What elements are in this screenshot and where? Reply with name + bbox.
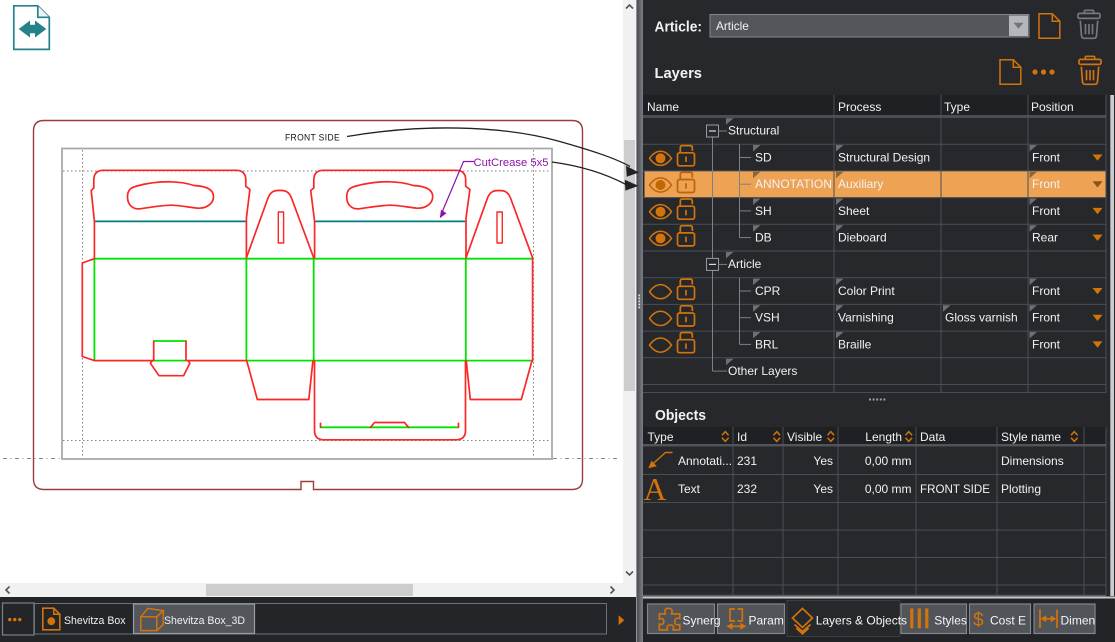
svg-text:CutCrease 5x5: CutCrease 5x5 — [474, 157, 549, 169]
svg-text:Auxiliary: Auxiliary — [838, 177, 883, 191]
svg-text:Shevitza Box: Shevitza Box — [64, 615, 126, 627]
svg-text:Objects: Objects — [655, 408, 706, 424]
svg-text:Rear: Rear — [1032, 231, 1058, 245]
svg-text:A: A — [644, 471, 667, 507]
svg-text:Styles: Styles — [934, 614, 967, 628]
svg-text:Color Print: Color Print — [838, 284, 895, 298]
svg-text:Article: Article — [716, 19, 749, 33]
svg-text:Front: Front — [1032, 204, 1061, 218]
svg-text:Data: Data — [920, 430, 946, 444]
svg-text:DB: DB — [755, 231, 772, 245]
svg-text:Structural Design: Structural Design — [838, 150, 930, 164]
svg-text:Id: Id — [737, 430, 747, 444]
svg-text:$: $ — [973, 610, 984, 631]
svg-text:Front: Front — [1032, 284, 1061, 298]
svg-text:Sheet: Sheet — [838, 204, 870, 218]
svg-text:Front: Front — [1032, 311, 1061, 325]
svg-text:Dimensions: Dimensions — [1001, 454, 1064, 468]
svg-text:Front: Front — [1032, 337, 1061, 351]
svg-text:Dimen: Dimen — [1061, 614, 1096, 628]
svg-text:Layers: Layers — [655, 66, 703, 82]
svg-text:Length: Length — [865, 430, 902, 444]
svg-text:BRL: BRL — [755, 337, 779, 351]
svg-text:Synerg: Synerg — [683, 614, 721, 628]
svg-text:Dieboard: Dieboard — [838, 231, 887, 245]
svg-text:232: 232 — [737, 482, 757, 496]
svg-text:Type: Type — [648, 430, 674, 444]
svg-text:Style name: Style name — [1001, 430, 1061, 444]
svg-text:Braille: Braille — [838, 337, 872, 351]
svg-text:0,00 mm: 0,00 mm — [865, 482, 912, 496]
svg-text:Shevitza Box_3D: Shevitza Box_3D — [164, 615, 245, 627]
svg-text:Article: Article — [728, 257, 762, 271]
svg-text:Text: Text — [678, 482, 701, 496]
svg-text:Other Layers: Other Layers — [728, 364, 797, 378]
svg-text:Annotati...: Annotati... — [678, 454, 732, 468]
svg-text:CPR: CPR — [755, 284, 781, 298]
svg-text:Layers & Objects: Layers & Objects — [816, 614, 907, 628]
svg-text:SH: SH — [755, 204, 772, 218]
svg-text:231: 231 — [737, 454, 757, 468]
svg-text:Visible: Visible — [787, 430, 822, 444]
svg-text:Yes: Yes — [813, 482, 833, 496]
svg-text:Position: Position — [1031, 100, 1074, 114]
svg-text:Plotting: Plotting — [1001, 482, 1041, 496]
svg-text:VSH: VSH — [755, 311, 780, 325]
svg-text:Varnishing: Varnishing — [838, 311, 894, 325]
svg-text:Article:: Article: — [655, 20, 703, 36]
svg-text:Gloss varnish: Gloss varnish — [945, 311, 1018, 325]
svg-text:ANNOTATION: ANNOTATION — [755, 177, 832, 191]
svg-text:0,00 mm: 0,00 mm — [865, 454, 912, 468]
svg-text:Param: Param — [749, 614, 784, 628]
svg-text:Front: Front — [1032, 150, 1061, 164]
svg-text:FRONT SIDE: FRONT SIDE — [285, 133, 340, 144]
svg-text:FRONT SIDE: FRONT SIDE — [920, 482, 990, 496]
svg-text:Type: Type — [944, 100, 970, 114]
svg-text:Front: Front — [1032, 177, 1061, 191]
svg-text:Name: Name — [647, 100, 679, 114]
svg-text:SD: SD — [755, 150, 772, 164]
svg-text:Cost E: Cost E — [990, 614, 1026, 628]
svg-text:Structural: Structural — [728, 124, 779, 138]
svg-text:Yes: Yes — [813, 454, 833, 468]
svg-text:Process: Process — [838, 100, 881, 114]
